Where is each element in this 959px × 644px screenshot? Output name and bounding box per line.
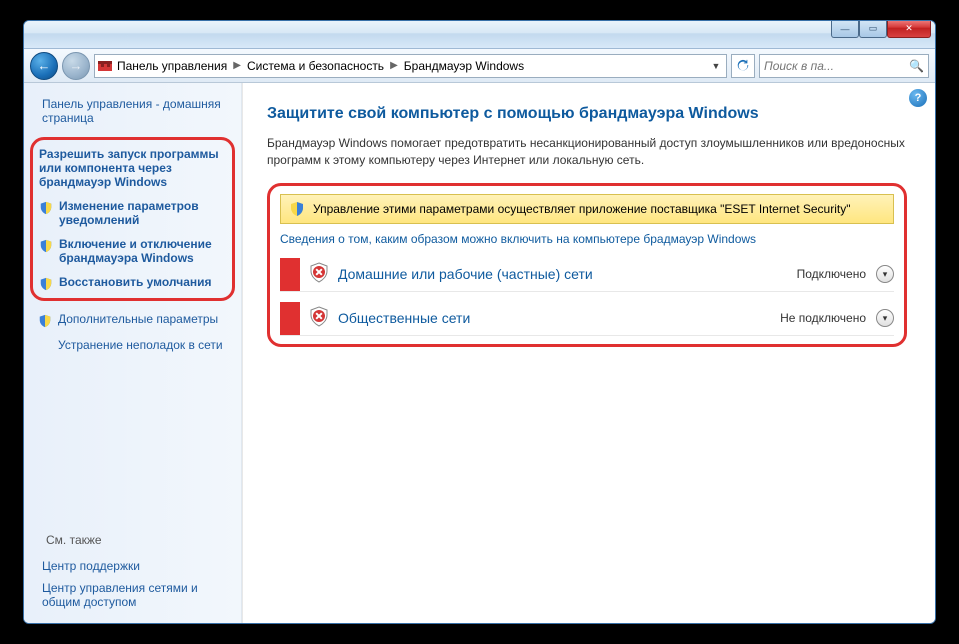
page-title: Защитите свой компьютер с помощью брандм…	[267, 105, 907, 123]
maximize-button[interactable]: ▭	[859, 20, 887, 38]
breadcrumb-item[interactable]: Панель управления	[117, 59, 227, 73]
vendor-info-bar: Управление этими параметрами осуществляе…	[280, 194, 894, 224]
vendor-info-text: Управление этими параметрами осуществляе…	[313, 202, 850, 216]
titlebar: — ▭ ✕	[24, 21, 935, 49]
status-stripe-red	[280, 302, 300, 335]
window-controls: — ▭ ✕	[831, 20, 931, 38]
network-title: Общественные сети	[338, 310, 780, 326]
page-description: Брандмауэр Windows помогает предотвратит…	[267, 135, 907, 169]
sidebar-network-sharing[interactable]: Центр управления сетями и общим доступом	[42, 577, 231, 613]
shield-blocked-icon	[308, 306, 330, 331]
sidebar-bottom: См. также Центр поддержки Центр управлен…	[34, 533, 231, 613]
sidebar-advanced-settings[interactable]: Дополнительные параметры	[34, 307, 231, 333]
refresh-button[interactable]	[731, 54, 755, 78]
search-icon: 🔍	[909, 59, 924, 73]
firewall-icon	[97, 58, 113, 74]
enable-firewall-link[interactable]: Сведения о том, каким образом можно вклю…	[280, 232, 756, 246]
highlight-annotation: Разрешить запуск программы или компонент…	[30, 137, 235, 301]
network-status: Подключено	[797, 267, 866, 281]
shield-icon	[39, 239, 53, 253]
shield-icon	[289, 201, 305, 217]
highlight-annotation: Управление этими параметрами осуществляе…	[267, 183, 907, 347]
sidebar-troubleshoot-network[interactable]: Устранение неполадок в сети	[34, 333, 231, 357]
back-button[interactable]: ←	[30, 52, 58, 80]
sidebar-action-center[interactable]: Центр поддержки	[42, 555, 231, 577]
expand-button[interactable]: ▾	[876, 265, 894, 283]
shield-icon	[39, 201, 53, 215]
shield-icon	[39, 277, 53, 291]
firewall-control-panel-window: — ▭ ✕ ← → Панель управления ▶ Система и …	[23, 20, 936, 624]
see-also-label: См. также	[42, 533, 231, 547]
content-body: Панель управления - домашняя страница Ра…	[24, 83, 935, 623]
address-dropdown-icon[interactable]: ▼	[708, 61, 724, 71]
breadcrumb-item[interactable]: Брандмауэр Windows	[404, 59, 524, 73]
address-bar[interactable]: Панель управления ▶ Система и безопаснос…	[94, 54, 727, 78]
navigation-bar: ← → Панель управления ▶ Система и безопа…	[24, 49, 935, 83]
chevron-right-icon: ▶	[390, 60, 398, 71]
forward-button[interactable]: →	[62, 52, 90, 80]
close-button[interactable]: ✕	[887, 20, 931, 38]
shield-blocked-icon	[308, 262, 330, 287]
chevron-right-icon: ▶	[233, 60, 241, 71]
expand-button[interactable]: ▾	[876, 309, 894, 327]
search-input[interactable]	[764, 59, 905, 73]
sidebar-notification-settings[interactable]: Изменение параметров уведомлений	[35, 194, 230, 232]
status-stripe-red	[280, 258, 300, 291]
main-content: ? Защитите свой компьютер с помощью бран…	[242, 83, 935, 623]
network-row-private: Домашние или рабочие (частные) сети Подк…	[280, 258, 894, 292]
sidebar: Панель управления - домашняя страница Ра…	[24, 83, 242, 623]
network-status: Не подключено	[780, 311, 866, 325]
sidebar-restore-defaults[interactable]: Восстановить умолчания	[35, 270, 230, 296]
shield-icon	[38, 314, 52, 328]
network-row-public: Общественные сети Не подключено ▾	[280, 302, 894, 336]
sidebar-home-link[interactable]: Панель управления - домашняя страница	[34, 97, 231, 125]
breadcrumb-item[interactable]: Система и безопасность	[247, 59, 384, 73]
sidebar-toggle-firewall[interactable]: Включение и отключение брандмауэра Windo…	[35, 232, 230, 270]
help-icon[interactable]: ?	[909, 89, 927, 107]
network-title: Домашние или рабочие (частные) сети	[338, 266, 797, 282]
sidebar-allow-program[interactable]: Разрешить запуск программы или компонент…	[35, 142, 230, 194]
minimize-button[interactable]: —	[831, 20, 859, 38]
search-box[interactable]: 🔍	[759, 54, 929, 78]
